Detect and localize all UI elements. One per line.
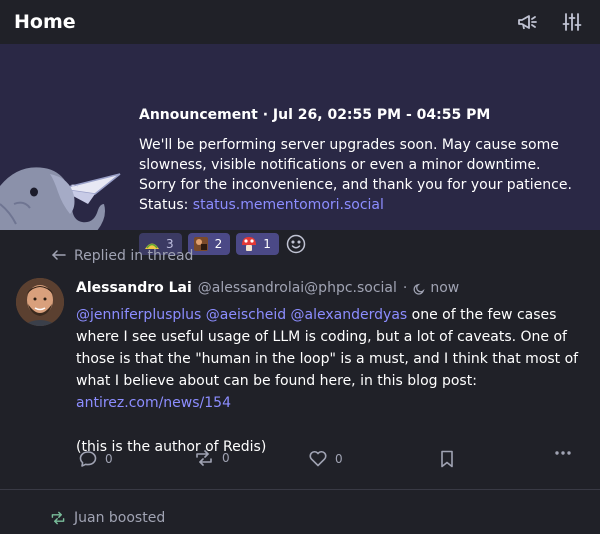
boosted-by-label[interactable]: Juan boosted <box>74 510 165 526</box>
more-options-button[interactable] <box>554 450 572 456</box>
announcement-meta: Announcement · Jul 26, 02:55 PM - 04:55 … <box>139 107 491 123</box>
moon-icon <box>413 283 425 295</box>
announcement-panel: Announcement · Jul 26, 02:55 PM - 04:55 … <box>0 44 600 255</box>
header-icons <box>516 10 584 34</box>
mention-links[interactable]: @jenniferplusplus @aeischeid @alexanderd… <box>76 307 407 323</box>
status-header: Alessandro Lai @alessandrolai@phpc.socia… <box>76 280 586 296</box>
status-prepend: Replied in thread <box>52 248 193 264</box>
reply-icon <box>79 451 97 467</box>
separator: · <box>402 280 408 296</box>
column-header: Home <box>0 0 600 44</box>
prepend-label: Replied in thread <box>74 248 194 264</box>
mastodon-mascot-illustration <box>0 134 125 234</box>
boost-icon <box>196 450 212 466</box>
sliders-icon[interactable] <box>560 10 584 34</box>
blog-post-link[interactable]: antirez.com/news/154 <box>76 395 231 411</box>
megaphone-icon[interactable] <box>516 10 540 34</box>
ellipsis-icon <box>555 451 571 455</box>
status-body: Alessandro Lai @alessandrolai@phpc.socia… <box>76 280 586 458</box>
status-link[interactable]: status.mementomori.social <box>193 197 384 213</box>
announcement-text: We'll be performing server upgrades soon… <box>139 135 579 215</box>
status-paragraph: @jenniferplusplus @aeischeid @alexanderd… <box>76 304 586 414</box>
status-card[interactable]: Replied in thread Alessandro Lai @alessa… <box>0 230 600 490</box>
boost-count: 0 <box>222 451 230 465</box>
next-status-prepend: Juan boosted <box>50 510 165 526</box>
reply-arrow-icon <box>52 250 66 260</box>
boost-icon <box>51 511 65 525</box>
reply-button[interactable]: 0 <box>79 450 113 468</box>
timestamp[interactable]: now <box>413 280 459 296</box>
status-content: @jenniferplusplus @aeischeid @alexanderd… <box>76 304 586 458</box>
boost-button[interactable]: 0 <box>194 450 230 466</box>
favourite-button[interactable]: 0 <box>309 450 343 467</box>
reply-count: 0 <box>105 452 113 466</box>
timestamp-text: now <box>430 280 460 296</box>
bookmark-button[interactable] <box>440 450 454 468</box>
status-action-bar: 0 0 0 <box>76 450 576 472</box>
display-name[interactable]: Alessandro Lai <box>76 280 192 296</box>
avatar[interactable] <box>16 278 64 326</box>
bookmark-icon <box>441 450 453 468</box>
account-handle[interactable]: @alessandrolai@phpc.social <box>198 280 397 296</box>
favourite-count: 0 <box>335 451 343 466</box>
heart-icon <box>309 450 327 467</box>
column-title[interactable]: Home <box>14 11 76 33</box>
